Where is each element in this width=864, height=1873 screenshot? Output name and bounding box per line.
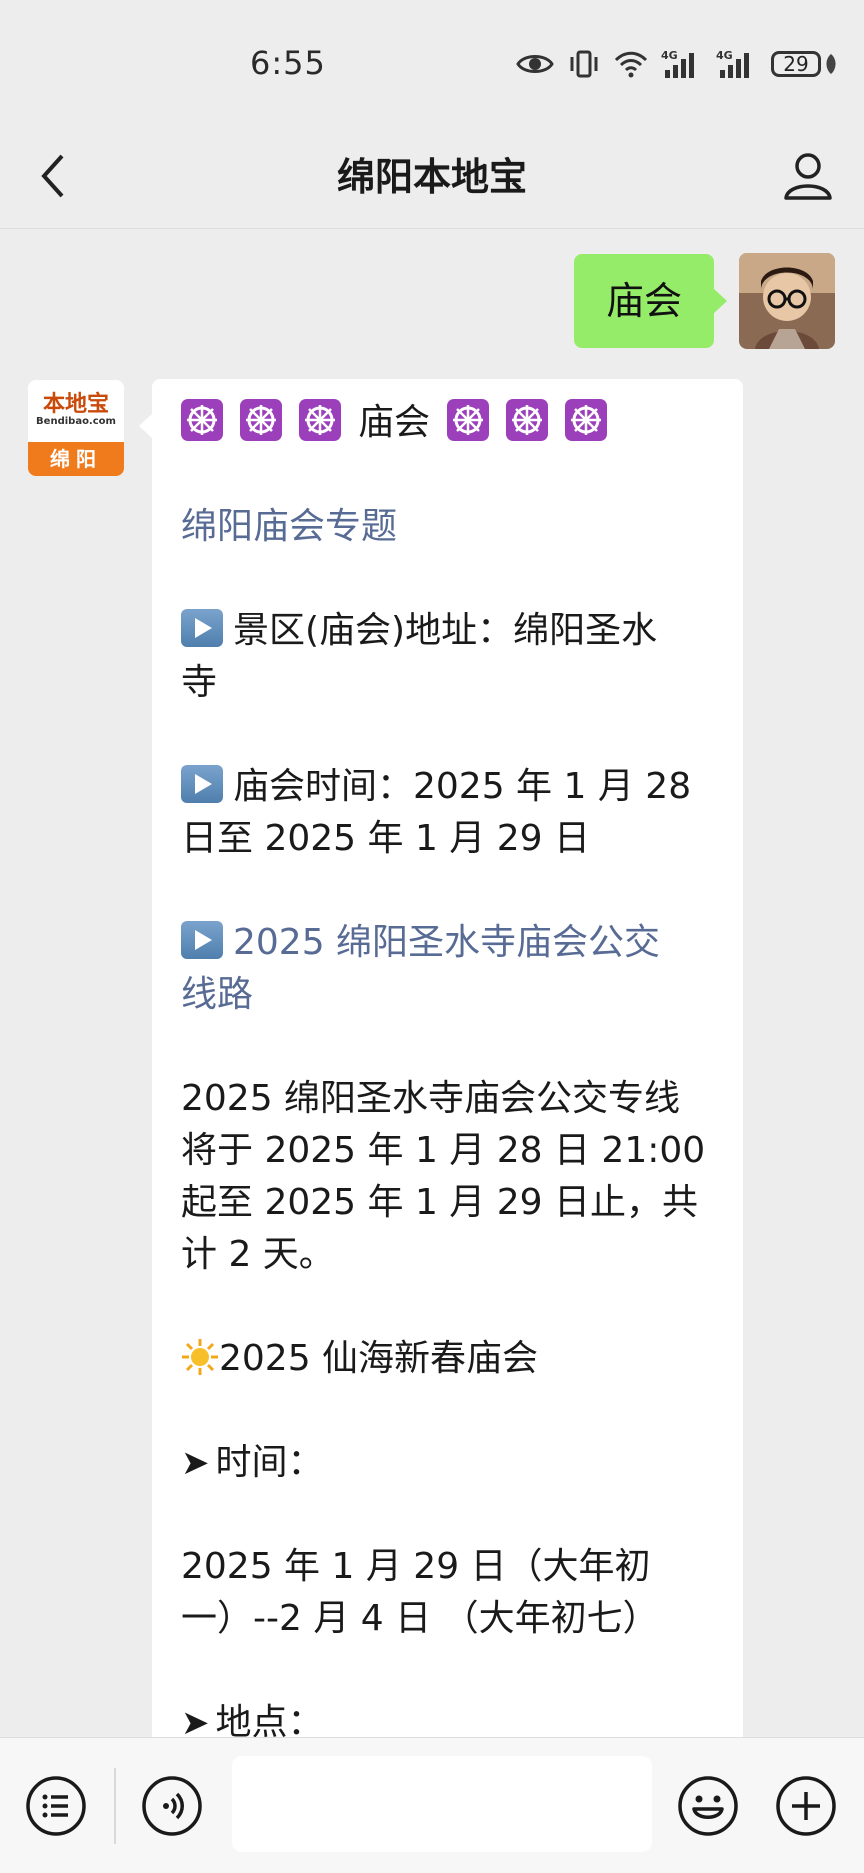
dharma-wheel-icon [240,399,282,441]
bus-route-text: 2025 绵阳圣水寺庙会公交 [233,922,661,963]
topic-link[interactable]: 绵阳庙会专题 [181,501,715,553]
eye-icon [516,55,554,73]
input-bar [0,1737,864,1873]
address-line: 景区(庙会)地址：绵阳圣水 [181,605,715,657]
signal-4g-icon: 4G [661,49,694,78]
user-avatar[interactable] [739,253,835,349]
bot-avatar-brand: 本地宝 [42,391,109,417]
time-label-line: ➤ 时间： [181,1437,715,1489]
status-time: 6:55 [250,44,326,82]
dharma-wheel-icon [565,399,608,441]
bus-route-text-cont[interactable]: 线路 [181,969,715,1021]
menu-button[interactable] [24,1774,88,1838]
profile-button[interactable] [778,146,838,206]
user-avatar-image [739,253,835,349]
network1-label: 4G [661,49,678,62]
dharma-wheel-icon [506,399,549,441]
bus-info-line-4: 计 2 天。 [181,1234,335,1275]
battery-icon: 29 [771,51,838,77]
smiley-icon [678,1776,738,1836]
date-line-2: 一）--2 月 4 日 （大年初七） [181,1598,659,1639]
sun-icon [182,1339,218,1375]
place-label-line: ➤ 地点： [181,1697,715,1737]
play-icon [181,921,223,959]
dharma-wheel-icon [447,399,490,441]
play-icon [181,765,223,803]
bot-heading-text: 庙会 [358,402,431,443]
list-menu-icon [26,1776,86,1836]
dharma-wheel-icon [181,399,223,441]
voice-icon [142,1776,202,1836]
person-icon [784,153,832,200]
more-button[interactable] [774,1774,838,1838]
nav-bar: 绵阳本地宝 [0,124,864,229]
bot-heading-line: 庙会 [181,397,715,449]
bot-avatar[interactable]: 本地宝 Bendibao.com 绵阳 [28,380,124,476]
arrow-icon: ➤ [181,1443,210,1483]
event-title-text: 2025 仙海新春庙会 [219,1338,539,1379]
user-message-bubble[interactable]: 庙会 [574,254,727,348]
network2-label: 4G [716,49,733,62]
time-line: 庙会时间：2025 年 1 月 28 [181,761,715,813]
plus-icon [776,1776,836,1836]
leaf-icon [826,54,836,74]
user-message-text: 庙会 [605,279,682,323]
emoji-button[interactable] [676,1774,740,1838]
bot-message-bubble[interactable]: 庙会 绵阳庙会专题 景区(庙会)地址：绵阳圣水 寺 庙会时间：2025 年 1 … [139,379,743,1737]
play-icon [181,609,223,647]
place-label: 地点： [215,1702,324,1737]
input-bar-divider [114,1768,116,1844]
bot-avatar-url: Bendibao.com [36,416,116,427]
arrow-icon: ➤ [181,1703,210,1737]
bus-route-link[interactable]: 2025 绵阳圣水寺庙会公交 [181,917,715,969]
bus-info-line-1: 2025 绵阳圣水寺庙会公交专线 [181,1078,681,1119]
time-text: 庙会时间：2025 年 1 月 28 [233,766,692,807]
wifi-icon [614,51,648,78]
status-icons: 4G 4G 29 [516,46,838,82]
vibrate-icon [570,50,598,78]
bot-avatar-city: 绵阳 [28,442,124,476]
message-input[interactable] [232,1756,652,1852]
bus-info-line-2: 将于 2025 年 1 月 28 日 21:00 [181,1130,706,1171]
bus-info-line-3: 起至 2025 年 1 月 29 日止，共 [181,1182,698,1223]
chat-area[interactable]: 庙会 本地宝 Bendibao.com 绵阳 庙会 绵阳庙会专题 景区(庙会)地… [0,229,864,1737]
address-text-cont: 寺 [181,662,218,703]
address-text: 景区(庙会)地址：绵阳圣水 [233,610,658,651]
voice-button[interactable] [140,1774,204,1838]
date-line-1: 2025 年 1 月 29 日（大年初 [181,1546,651,1587]
dharma-wheel-icon [299,399,341,441]
signal-4g-icon-2: 4G [716,49,749,78]
battery-level: 29 [771,51,821,77]
page-title: 绵阳本地宝 [336,155,527,199]
time-label: 时间： [215,1442,324,1483]
event-title-line: 2025 仙海新春庙会 [181,1333,715,1385]
time-text-cont: 日至 2025 年 1 月 29 日 [181,818,590,859]
status-bar: 6:55 4G 4G 29 [0,0,864,124]
